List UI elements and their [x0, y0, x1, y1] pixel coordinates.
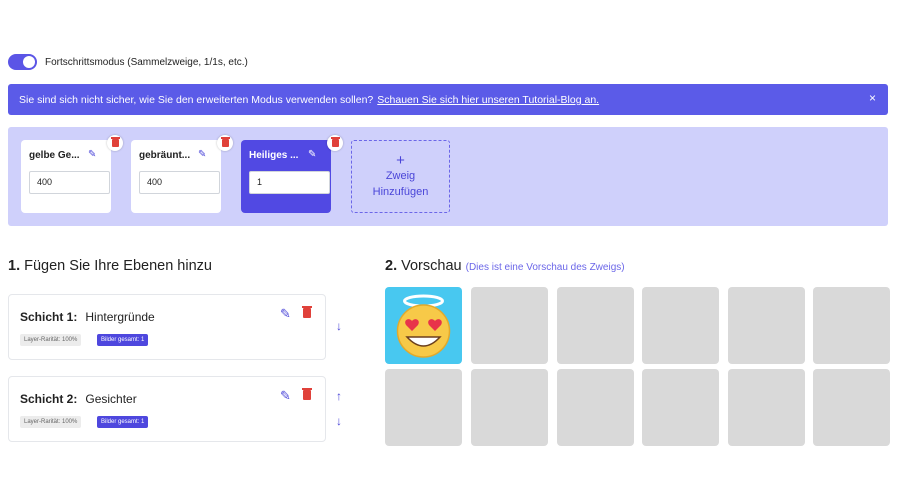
preview-tile-placeholder	[385, 369, 462, 446]
pencil-icon[interactable]: ✎	[88, 149, 96, 160]
preview-tile-placeholder	[471, 369, 548, 446]
total-images-badge: Bilder gesamt: 1	[97, 416, 149, 428]
preview-tile-image	[385, 287, 462, 364]
toggle-knob	[23, 56, 35, 68]
delete-branch-button[interactable]	[327, 135, 343, 151]
preview-tile-placeholder	[728, 287, 805, 364]
arrow-up-icon[interactable]: ↑	[336, 389, 342, 403]
preview-tile-placeholder	[813, 369, 890, 446]
layers-heading-text: Fügen Sie Ihre Ebenen hinzu	[24, 258, 212, 274]
trash-icon	[110, 137, 120, 147]
delete-branch-button[interactable]	[217, 135, 233, 151]
layer-name: Hintergründe	[85, 310, 155, 324]
smiling-face-with-heart-eyes-icon	[396, 294, 451, 358]
plus-icon: +	[396, 151, 405, 169]
add-branch-label-2: Hinzufügen	[372, 185, 429, 198]
branch-name: Heiliges ...	[249, 150, 299, 161]
trash-icon	[220, 137, 230, 147]
layer-rarity-badge: Layer-Rarität: 100%	[20, 334, 82, 346]
progress-mode-row: Fortschrittsmodus (Sammelzweige, 1/1s, e…	[8, 54, 248, 70]
arrow-down-icon[interactable]: ↓	[336, 414, 342, 428]
preview-heading: 2. Vorschau (Dies ist eine Vorschau des …	[385, 258, 625, 274]
progress-mode-toggle[interactable]	[8, 54, 37, 70]
preview-tile-placeholder	[642, 369, 719, 446]
layer-card-2[interactable]: Schicht 2: Gesichter ✎ Layer-Rarität: 100…	[8, 376, 326, 442]
info-banner: Sie sind sich nicht sicher, wie Sie den …	[8, 84, 888, 115]
delete-layer-button[interactable]	[302, 306, 312, 318]
preview-tile-placeholder	[728, 369, 805, 446]
preview-tile-placeholder	[813, 287, 890, 364]
trash-icon	[302, 388, 312, 400]
layer-label: Schicht 1:	[20, 310, 78, 324]
pencil-icon[interactable]: ✎	[198, 149, 206, 160]
layer-rarity-badge: Layer-Rarität: 100%	[20, 416, 82, 428]
layer-title: Schicht 1: Hintergründe	[20, 310, 155, 324]
branch-card-3[interactable]: Heiliges ... ✎ 1	[241, 135, 343, 213]
preview-tile-placeholder	[642, 287, 719, 364]
pencil-icon[interactable]: ✎	[280, 388, 291, 404]
preview-heading-text: Vorschau	[401, 258, 462, 274]
delete-branch-button[interactable]	[107, 135, 123, 151]
layer-card-1[interactable]: Schicht 1: Hintergründe ✎ Layer-Rarität: …	[8, 294, 326, 360]
close-icon[interactable]: ×	[869, 91, 876, 105]
arrow-down-icon[interactable]: ↓	[336, 319, 342, 333]
preview-tile-placeholder	[557, 369, 634, 446]
total-images-badge: Bilder gesamt: 1	[97, 334, 149, 346]
pencil-icon[interactable]: ✎	[280, 306, 291, 322]
branch-amount-input[interactable]: 400	[139, 171, 220, 194]
add-branch-button[interactable]: + Zweig Hinzufügen	[351, 140, 450, 213]
branch-panel: gelbe Ge... ✎ 400 gebräunt... ✎ 400 Heil…	[8, 127, 888, 226]
layer-name: Gesichter	[85, 392, 137, 406]
preview-heading-note: (Dies ist eine Vorschau des Zweigs)	[465, 262, 625, 273]
trash-icon	[330, 137, 340, 147]
branch-card-2[interactable]: gebräunt... ✎ 400	[131, 135, 233, 213]
layer-title: Schicht 2: Gesichter	[20, 392, 137, 406]
preview-tile-placeholder	[471, 287, 548, 364]
preview-tile-placeholder	[557, 287, 634, 364]
layers-heading-number: 1.	[8, 258, 21, 274]
banner-text: Sie sind sich nicht sicher, wie Sie den …	[19, 93, 374, 106]
layers-heading: 1. Fügen Sie Ihre Ebenen hinzu	[8, 258, 212, 274]
trash-icon	[302, 306, 312, 318]
preview-heading-number: 2.	[385, 258, 398, 274]
branch-card-1[interactable]: gelbe Ge... ✎ 400	[21, 135, 123, 213]
branch-name: gelbe Ge...	[29, 150, 80, 161]
branch-amount-input[interactable]: 1	[249, 171, 330, 194]
branch-amount-input[interactable]: 400	[29, 171, 110, 194]
delete-layer-button[interactable]	[302, 388, 312, 400]
branch-name: gebräunt...	[139, 150, 191, 161]
progress-mode-label: Fortschrittsmodus (Sammelzweige, 1/1s, e…	[45, 56, 248, 68]
pencil-icon[interactable]: ✎	[308, 149, 316, 160]
add-branch-label-1: Zweig	[385, 169, 416, 182]
layer-label: Schicht 2:	[20, 392, 78, 406]
tutorial-blog-link[interactable]: Schauen Sie sich hier unseren Tutorial-B…	[377, 94, 599, 106]
